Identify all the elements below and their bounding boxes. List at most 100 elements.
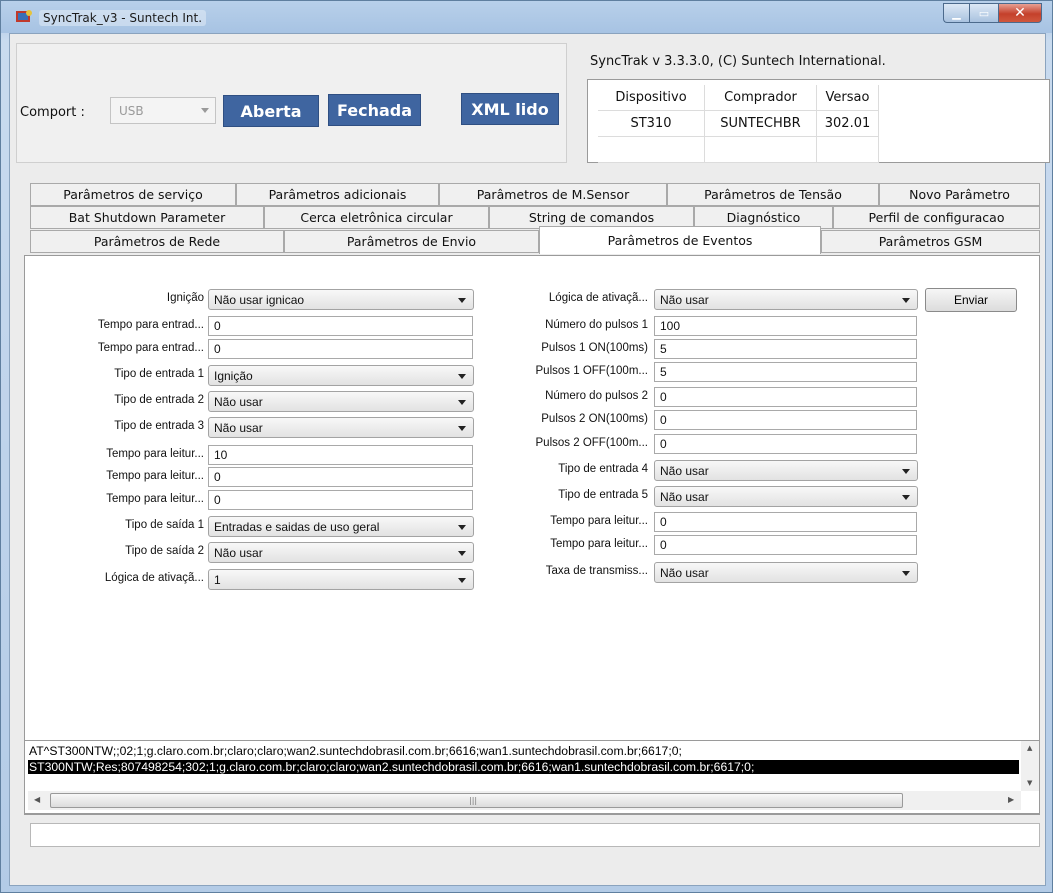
tab-perfil-configuracao[interactable]: Perfil de configuracao: [833, 206, 1040, 229]
enviar-button[interactable]: Enviar: [925, 288, 1017, 312]
text-input[interactable]: 0: [208, 316, 473, 336]
field-label: Pulsos 2 ON(100ms): [541, 413, 648, 425]
log-line-selected[interactable]: ST300NTW;Res;807498254;302;1;g.claro.com…: [28, 760, 1019, 774]
dropdown-select[interactable]: Não usar: [654, 460, 918, 481]
horizontal-scrollbar[interactable]: ◀ ||| ▶: [28, 791, 1021, 810]
tab-parametros-envio[interactable]: Parâmetros de Envio: [284, 230, 539, 253]
field-value: Não usar: [660, 293, 709, 307]
dropdown-select[interactable]: Não usar: [654, 486, 918, 507]
field-label: Lógica de ativaçã...: [104, 572, 204, 584]
dropdown-select[interactable]: Não usar ignicao: [208, 289, 474, 310]
field-label: Tipo de saída 1: [125, 519, 204, 531]
field-label: Ignição: [166, 292, 204, 304]
scroll-down-icon[interactable]: ▼: [1027, 779, 1032, 787]
xml-lido-button[interactable]: XML lido: [461, 93, 559, 125]
chevron-down-icon: [458, 400, 466, 405]
table-row[interactable]: ST310 SUNTECHBR 302.01: [598, 111, 879, 137]
chevron-down-icon: [201, 108, 209, 113]
text-input[interactable]: 0: [654, 535, 917, 555]
chevron-down-icon: [458, 298, 466, 303]
field-label: Pulsos 1 ON(100ms): [541, 342, 648, 354]
field-value: 0: [660, 538, 667, 552]
scroll-left-icon[interactable]: ◀: [34, 795, 40, 804]
comport-label: Comport :: [20, 105, 85, 120]
comport-select[interactable]: USB: [110, 97, 216, 124]
version-info: SyncTrak v 3.3.3.0, (C) Suntech Internat…: [590, 54, 886, 69]
col-versao: Versao: [817, 85, 879, 111]
title-bar: SyncTrak_v3 - Suntech Int. ▁ ▭ ✕: [1, 1, 1052, 33]
text-input[interactable]: 0: [654, 512, 917, 532]
tab-parametros-tensao[interactable]: Parâmetros de Tensão: [667, 183, 879, 206]
text-input[interactable]: 5: [654, 362, 917, 382]
tab-parametros-rede[interactable]: Parâmetros de Rede: [30, 230, 284, 253]
chevron-down-icon: [458, 374, 466, 379]
field-label: Número do pulsos 2: [545, 390, 648, 402]
text-input[interactable]: 0: [654, 387, 917, 407]
maximize-button[interactable]: ▭: [969, 3, 998, 23]
field-label: Tempo para leitur...: [550, 515, 648, 527]
field-value: 10: [214, 448, 228, 462]
text-input[interactable]: 0: [208, 490, 473, 510]
field-label: Tempo para entrad...: [97, 342, 204, 354]
dropdown-select[interactable]: Não usar: [654, 289, 918, 310]
dropdown-select[interactable]: Não usar: [208, 391, 474, 412]
field-value: 0: [660, 515, 667, 529]
vertical-scrollbar[interactable]: ▲ ▼: [1021, 741, 1039, 791]
device-table-header: Dispositivo Comprador Versao: [598, 85, 879, 111]
log-line: AT^ST300NTW;;02;1;g.claro.com.br;claro;c…: [29, 744, 682, 758]
tab-parametros-gsm[interactable]: Parâmetros GSM: [821, 230, 1040, 253]
empty-cell: [705, 137, 817, 163]
field-label: Pulsos 2 OFF(100m...: [535, 437, 648, 449]
dropdown-select[interactable]: Não usar: [654, 562, 918, 583]
field-label: Tempo para leitur...: [106, 470, 204, 482]
field-value: 5: [660, 342, 667, 356]
minimize-button[interactable]: ▁: [943, 3, 969, 23]
field-value: Entradas e saidas de uso geral: [214, 520, 380, 534]
dropdown-select[interactable]: Ignição: [208, 365, 474, 386]
chevron-down-icon: [902, 469, 910, 474]
text-input[interactable]: 0: [208, 339, 473, 359]
dropdown-select[interactable]: 1: [208, 569, 474, 590]
tab-cerca-eletronica[interactable]: Cerca eletrônica circular: [264, 206, 489, 229]
text-input[interactable]: 0: [654, 410, 917, 430]
chevron-down-icon: [902, 495, 910, 500]
field-value: 0: [214, 493, 221, 507]
tab-novo-parametro[interactable]: Novo Parâmetro: [879, 183, 1040, 206]
chevron-down-icon: [902, 571, 910, 576]
tab-parametros-eventos[interactable]: Parâmetros de Eventos: [539, 226, 821, 254]
field-value: 5: [660, 365, 667, 379]
field-label: Tipo de entrada 5: [558, 489, 648, 501]
dropdown-select[interactable]: Não usar: [208, 417, 474, 438]
text-input[interactable]: 10: [208, 445, 473, 465]
field-value: Não usar: [660, 490, 709, 504]
comport-value: USB: [119, 104, 144, 118]
text-input[interactable]: 100: [654, 316, 917, 336]
field-label: Lógica de ativaçã...: [548, 292, 648, 304]
tab-parametros-adicionais[interactable]: Parâmetros adicionais: [236, 183, 439, 206]
aberta-button[interactable]: Aberta: [223, 95, 319, 127]
fechada-button[interactable]: Fechada: [328, 94, 421, 126]
dropdown-select[interactable]: Não usar: [208, 542, 474, 563]
close-button[interactable]: ✕: [998, 3, 1042, 23]
cell-versao: 302.01: [817, 111, 879, 137]
scroll-up-icon[interactable]: ▲: [1027, 744, 1032, 752]
status-bar: [30, 823, 1040, 847]
chevron-down-icon: [458, 426, 466, 431]
field-value: 0: [660, 390, 667, 404]
chevron-down-icon: [458, 551, 466, 556]
text-input[interactable]: 5: [654, 339, 917, 359]
tab-parametros-servico[interactable]: Parâmetros de serviço: [30, 183, 236, 206]
scroll-thumb[interactable]: |||: [50, 793, 903, 808]
scroll-right-icon[interactable]: ▶: [1008, 795, 1014, 804]
app-icon: [16, 10, 32, 22]
text-input[interactable]: 0: [654, 434, 917, 454]
dropdown-select[interactable]: Entradas e saidas de uso geral: [208, 516, 474, 537]
chevron-down-icon: [458, 525, 466, 530]
field-label: Tipo de saída 2: [125, 545, 204, 557]
tab-bat-shutdown[interactable]: Bat Shutdown Parameter: [30, 206, 264, 229]
chevron-down-icon: [902, 298, 910, 303]
tab-parametros-msensor[interactable]: Parâmetros de M.Sensor: [439, 183, 667, 206]
field-label: Tempo para entrad...: [97, 319, 204, 331]
text-input[interactable]: 0: [208, 467, 473, 487]
cell-comprador: SUNTECHBR: [705, 111, 817, 137]
